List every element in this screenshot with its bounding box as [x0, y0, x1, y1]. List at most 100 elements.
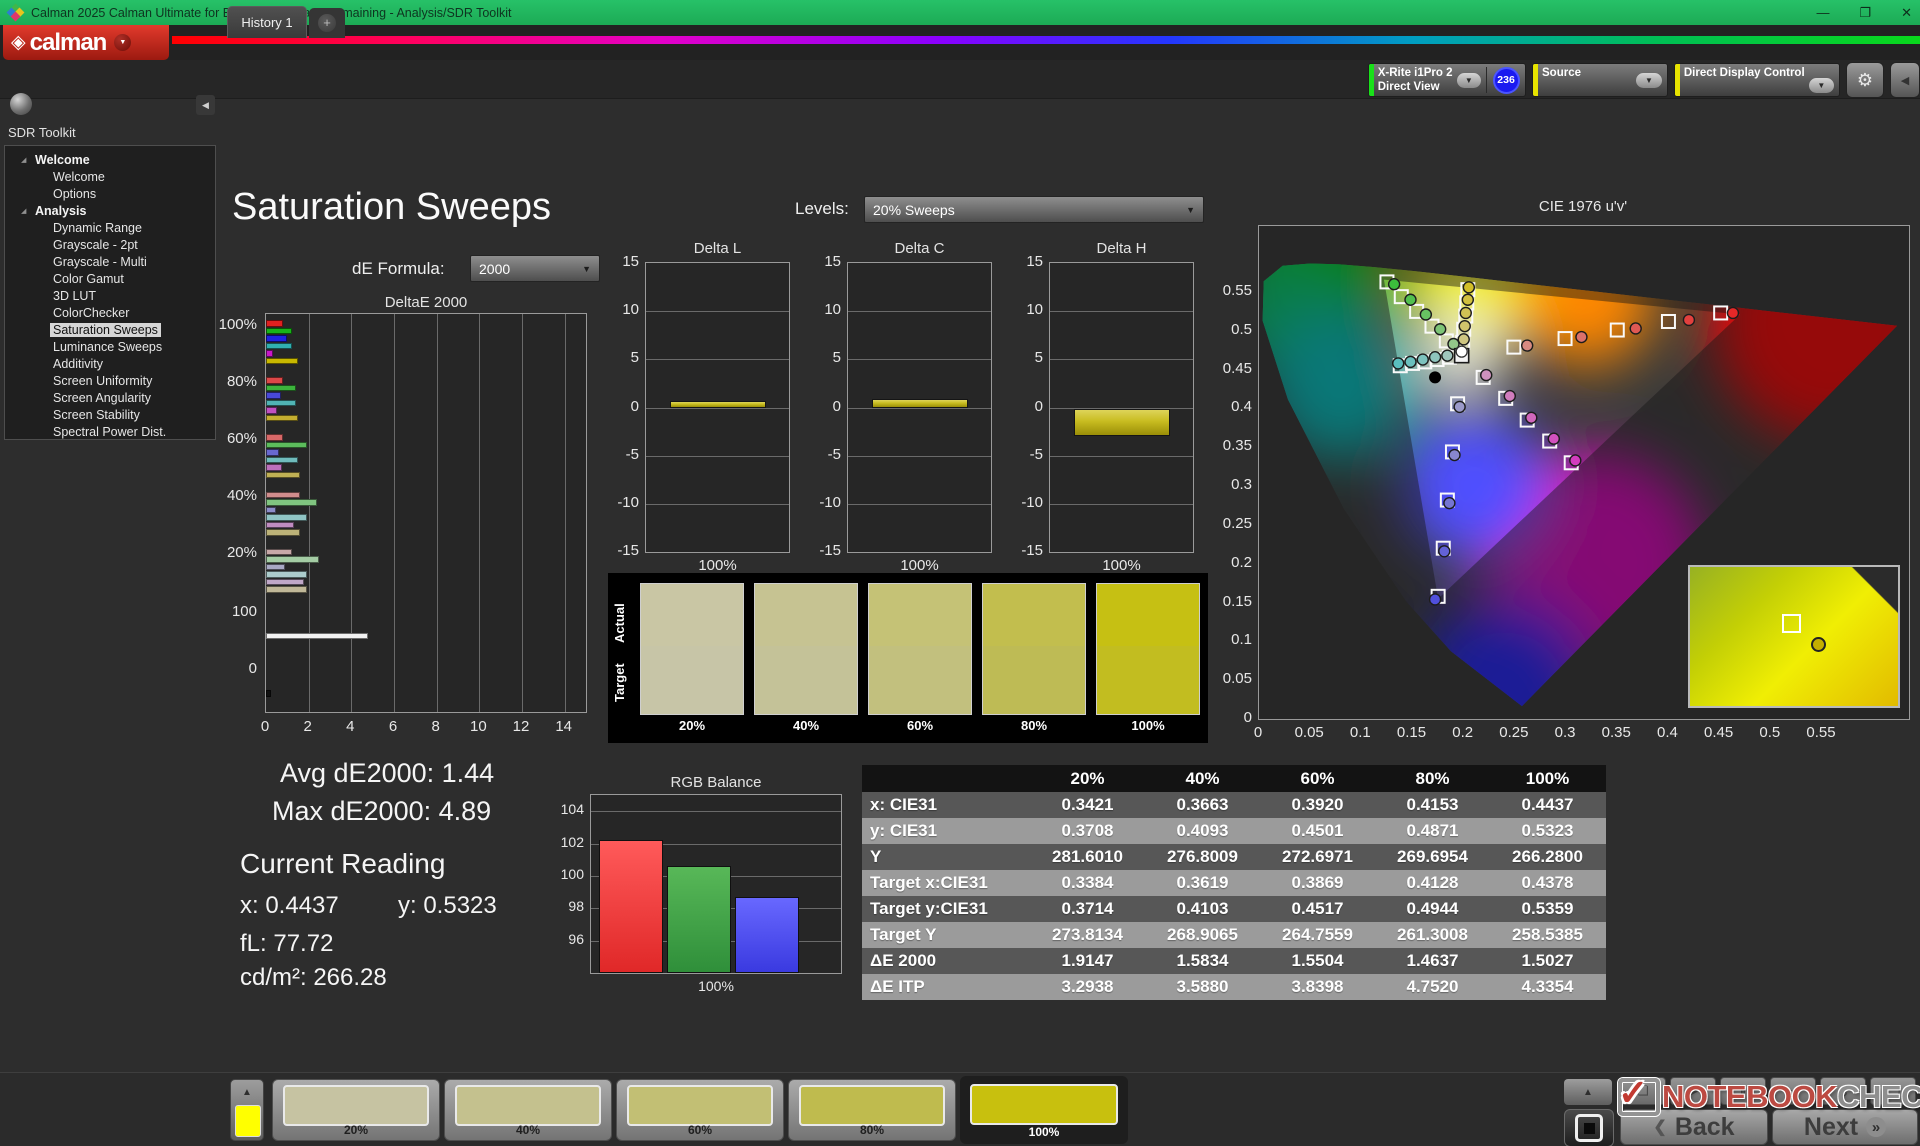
- sidebar-item-dynamic-range[interactable]: Dynamic Range: [5, 219, 215, 236]
- sidebar-item-saturation-sweeps[interactable]: Saturation Sweeps: [5, 321, 215, 338]
- meter-name: X-Rite i1Pro 2: [1377, 67, 1453, 79]
- display-control-dropdown[interactable]: Direct Display Control ▼: [1674, 63, 1840, 97]
- cell-value: 1.4637: [1406, 951, 1459, 970]
- measured-yellow: [1458, 319, 1471, 333]
- gridline: [848, 359, 991, 361]
- tile-swatch: [970, 1084, 1118, 1125]
- gridline: [848, 455, 991, 457]
- sidebar-collapse-button[interactable]: ◀: [196, 95, 215, 115]
- bar-cyan: [266, 342, 292, 350]
- deltae-chart: [265, 313, 587, 713]
- sidebar-item-luminance-sweeps[interactable]: Luminance Sweeps: [5, 338, 215, 355]
- measured-magenta: [1569, 454, 1582, 467]
- rgb-balance-title: RGB Balance: [670, 774, 762, 791]
- table-row: Target Y 273.8134 268.9065 264.7559 261.3008…: [862, 922, 1606, 948]
- bar-group-100%: [266, 320, 586, 365]
- chevron-left-icon: ◀: [1900, 74, 1910, 87]
- chevron-down-icon[interactable]: ▼: [1636, 72, 1662, 88]
- tile-label: 80%: [859, 1123, 885, 1137]
- measured-blue: [1443, 496, 1456, 510]
- collapse-up-button-right[interactable]: ▲: [1564, 1079, 1612, 1105]
- cie-x-tick: 0.5: [1759, 724, 1781, 741]
- sidebar-item-label: ColorChecker: [53, 305, 130, 320]
- sidebar-item-3d-lut[interactable]: 3D LUT: [5, 287, 215, 304]
- bar-group-40%: [266, 491, 586, 537]
- swatch-actual: [641, 584, 743, 646]
- row-label: Target y:CIE31: [870, 899, 988, 918]
- calman-diamond-icon: [6, 3, 25, 22]
- levels-dropdown[interactable]: 20% Sweeps ▼: [864, 196, 1204, 223]
- tile-label: 40%: [515, 1123, 541, 1137]
- sidebar-item-screen-angularity[interactable]: Screen Angularity: [5, 389, 215, 406]
- measured-cyan: [1404, 355, 1417, 369]
- watermark-text-1: NOTEBOOK: [1662, 1079, 1838, 1114]
- sidebar-item-screen-uniformity[interactable]: Screen Uniformity: [5, 372, 215, 389]
- pattern-tile-100%[interactable]: 100%: [960, 1076, 1128, 1144]
- table-row: y: CIE31 0.3708 0.4093 0.4501 0.4871 0.5323: [862, 818, 1606, 844]
- sidebar-group-welcome[interactable]: ◢ Welcome: [5, 151, 215, 168]
- y-tick-label: 5: [832, 349, 841, 367]
- expander-icon: ◢: [21, 156, 27, 164]
- cie-y-tick: 0.35: [1222, 437, 1252, 455]
- pattern-tile-20%[interactable]: 20%: [272, 1079, 440, 1141]
- cell-value: 261.3008: [1397, 925, 1468, 944]
- sidebar-item-label: Dynamic Range: [53, 220, 142, 235]
- meter-dropdown[interactable]: X-Rite i1Pro 2 Direct View ▼ 236: [1368, 63, 1526, 97]
- measured-red: [1629, 322, 1642, 335]
- close-button[interactable]: ✕: [1901, 0, 1912, 25]
- pattern-preview-swatch: [235, 1105, 261, 1137]
- measured-magenta: [1525, 411, 1538, 424]
- sidebar-item-welcome[interactable]: Welcome: [5, 168, 215, 185]
- sidebar-item-options[interactable]: Options: [5, 185, 215, 202]
- restore-button[interactable]: ❐: [1859, 0, 1871, 25]
- calman-logo-button[interactable]: ◈ calman ▼: [3, 25, 169, 60]
- chevron-down-icon[interactable]: ▼: [1808, 78, 1834, 93]
- bar-cyan: [266, 571, 307, 578]
- swatch-label: 40%: [792, 718, 820, 733]
- cie-y-tick: 0.55: [1222, 281, 1252, 299]
- tab-history-1[interactable]: History 1: [227, 6, 307, 38]
- bar-yellow: [266, 586, 307, 593]
- y-tick-label: 5: [630, 349, 639, 367]
- sidebar-item-grayscale-multi[interactable]: Grayscale - Multi: [5, 253, 215, 270]
- pattern-tile-80%[interactable]: 80%: [788, 1079, 956, 1141]
- sidebar-item-spectral-power-dist-[interactable]: Spectral Power Dist.: [5, 423, 215, 440]
- levels-label: Levels:: [795, 199, 849, 218]
- de-formula-dropdown[interactable]: 2000 ▼: [470, 255, 600, 282]
- sidebar-item-colorchecker[interactable]: ColorChecker: [5, 304, 215, 321]
- workflow-orb-icon[interactable]: [10, 93, 32, 115]
- panel-collapse-right-button[interactable]: ◀: [1890, 62, 1920, 98]
- sidebar-item-screen-stability[interactable]: Screen Stability: [5, 406, 215, 423]
- chevron-down-icon[interactable]: ▼: [1456, 72, 1482, 88]
- bar-cyan: [266, 456, 298, 464]
- target-square-marker: [1781, 614, 1801, 634]
- sidebar-item-additivity[interactable]: Additivity: [5, 355, 215, 372]
- measured-cyan: [1428, 351, 1442, 364]
- add-tab-button[interactable]: +: [309, 8, 345, 38]
- chevron-down-icon[interactable]: ▼: [114, 34, 132, 51]
- pattern-tile-40%[interactable]: 40%: [444, 1079, 612, 1141]
- bar-blue: [266, 392, 281, 399]
- y-tick-label: 104: [560, 801, 584, 818]
- x-category-label: 100%: [1102, 557, 1141, 574]
- stop-button[interactable]: [1564, 1109, 1614, 1146]
- minimize-button[interactable]: —: [1816, 0, 1829, 25]
- meter-count-badge[interactable]: 236: [1492, 66, 1520, 94]
- actual-row-label: Actual: [612, 603, 627, 643]
- table-col-header: 40%: [1185, 768, 1220, 788]
- sidebar-group-analysis[interactable]: ◢ Analysis: [5, 202, 215, 219]
- cell-value: 0.4378: [1521, 873, 1574, 892]
- cell-value: 0.4437: [1521, 795, 1574, 814]
- pattern-tile-60%[interactable]: 60%: [616, 1079, 784, 1141]
- de-formula-value: 2000: [479, 260, 511, 277]
- source-dropdown[interactable]: Source ▼: [1532, 63, 1668, 97]
- tile-swatch: [627, 1085, 773, 1126]
- sidebar-item-color-gamut[interactable]: Color Gamut: [5, 270, 215, 287]
- sidebar-item-label: Screen Uniformity: [53, 373, 153, 388]
- swatch-20%: [640, 583, 744, 715]
- settings-button[interactable]: ⚙: [1846, 62, 1884, 98]
- collapse-up-button[interactable]: ▲: [231, 1080, 263, 1104]
- chart-title-delta_l: Delta L: [693, 240, 742, 257]
- meter-mode: Direct View: [1377, 81, 1440, 93]
- sidebar-item-grayscale-2pt[interactable]: Grayscale - 2pt: [5, 236, 215, 253]
